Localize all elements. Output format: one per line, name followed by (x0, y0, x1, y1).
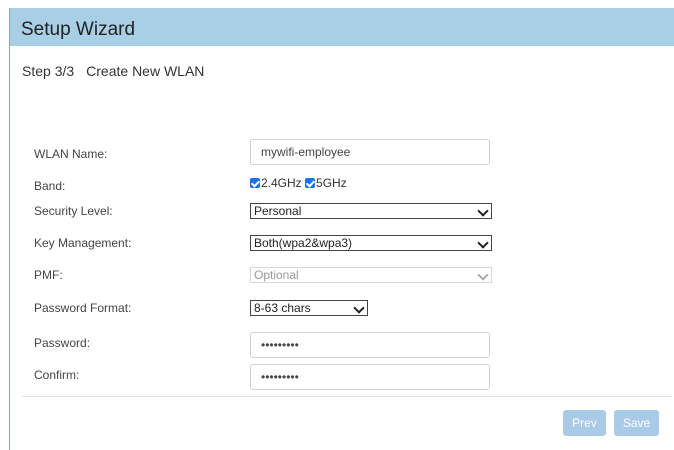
band-5ghz-checkbox[interactable] (305, 177, 316, 188)
chevron-down-icon (477, 269, 489, 281)
footer-divider (22, 396, 672, 397)
row-security-level: Security Level: Personal (0, 197, 674, 225)
chevron-down-icon (353, 302, 365, 314)
band-label: Band: (34, 179, 66, 193)
confirm-password-input[interactable]: ••••••••• (250, 364, 490, 390)
row-password-format: Password Format: 8-63 chars (0, 294, 674, 322)
security-level-value: Personal (254, 204, 302, 218)
band-24ghz-checkbox[interactable] (250, 177, 260, 188)
password-format-select[interactable]: 8-63 chars (250, 300, 368, 316)
row-confirm: Confirm: ••••••••• (0, 363, 674, 391)
step-name: Create New WLAN (86, 63, 205, 79)
step-number: Step 3/3 (22, 63, 75, 79)
band-options: 2.4GHz 5GHz (250, 175, 347, 190)
chevron-down-icon (477, 205, 489, 217)
confirm-label: Confirm: (34, 368, 80, 382)
key-management-select[interactable]: Both(wpa2&wpa3) (250, 235, 492, 251)
password-input[interactable]: ••••••••• (250, 332, 490, 358)
security-level-label: Security Level: (34, 204, 113, 218)
chevron-down-icon (477, 237, 489, 249)
wizard-header: Setup Wizard (10, 8, 674, 46)
band-24ghz-label: 2.4GHz (261, 175, 302, 190)
security-level-select[interactable]: Personal (250, 203, 492, 219)
row-key-management: Key Management: Both(wpa2&wpa3) (0, 229, 674, 257)
row-band: Band: 2.4GHz 5GHz (0, 172, 674, 200)
wizard-title: Setup Wizard (21, 19, 136, 40)
step-indicator: Step 3/3 Create New WLAN (22, 63, 216, 79)
save-button[interactable]: Save (614, 410, 659, 436)
row-password: Password: ••••••••• (0, 331, 674, 359)
band-5ghz-label: 5GHz (316, 175, 347, 190)
key-management-value: Both(wpa2&wpa3) (254, 236, 353, 250)
pmf-select: Optional (250, 267, 492, 283)
key-management-label: Key Management: (34, 236, 132, 250)
password-format-label: Password Format: (34, 301, 132, 315)
password-format-value: 8-63 chars (254, 301, 311, 315)
row-wlan-name: WLAN Name: mywifi-employee (0, 138, 674, 166)
pmf-label: PMF: (34, 268, 63, 282)
pmf-value: Optional (254, 268, 299, 282)
row-pmf: PMF: Optional (0, 261, 674, 289)
wlan-name-input[interactable]: mywifi-employee (250, 139, 490, 165)
prev-button[interactable]: Prev (563, 410, 606, 436)
password-label: Password: (34, 336, 91, 350)
wlan-name-label: WLAN Name: (34, 147, 108, 161)
